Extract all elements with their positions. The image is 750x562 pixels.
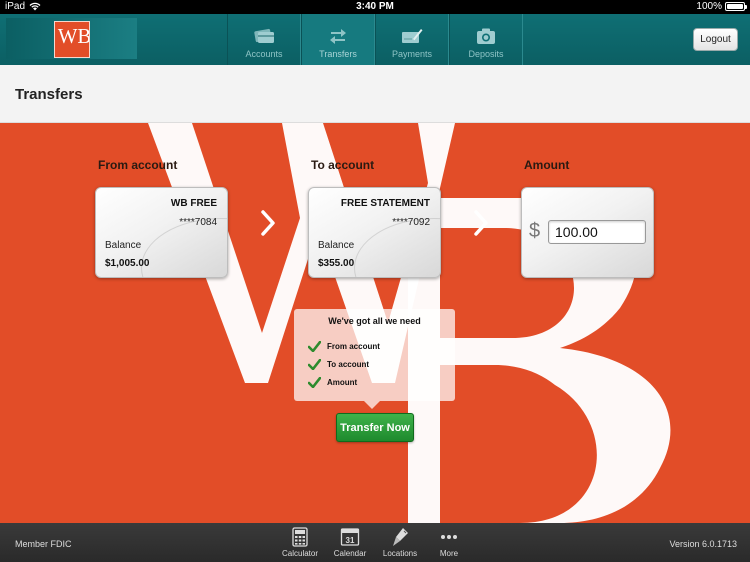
nav-deposits[interactable]: Deposits (449, 14, 523, 65)
more-button[interactable]: More (424, 527, 474, 558)
nav-deposits-label: Deposits (468, 49, 504, 59)
status-bar: iPad 3:40 PM 100% (0, 0, 750, 14)
bank-logo[interactable]: WB (54, 21, 91, 58)
to-balance-label: Balance (318, 240, 355, 251)
checklist-item: To account (308, 359, 369, 370)
checklist-item-label: Amount (327, 378, 358, 387)
amount-card: $ (521, 187, 654, 278)
check-pen-icon (402, 29, 423, 43)
to-balance-value: $355.00 (318, 258, 355, 269)
amount-input[interactable] (548, 220, 646, 244)
nav-payments-label: Payments (391, 49, 433, 59)
nav-accounts[interactable]: Accounts (227, 14, 301, 65)
to-account-card[interactable]: FREE STATEMENT ****7092 Balance $355.00 (308, 187, 441, 278)
from-balance-label: Balance (105, 240, 142, 251)
version-label: Version 6.0.1713 (669, 539, 737, 549)
to-account-number: ****7092 (392, 217, 430, 228)
calendar-button[interactable]: 31 Calendar (325, 527, 375, 558)
nav-transfers[interactable]: Transfers (301, 14, 375, 65)
checklist-item-label: From account (327, 342, 380, 351)
calculator-button[interactable]: Calculator (275, 527, 325, 558)
member-fdic-label: Member FDIC (15, 539, 72, 549)
page-title-bar: Transfers (0, 65, 750, 123)
ready-checklist: We've got all we need From account To ac… (294, 309, 455, 409)
clock: 3:40 PM (356, 1, 394, 12)
currency-symbol: $ (529, 220, 541, 242)
cards-icon (254, 28, 274, 43)
checkmark-icon (308, 377, 321, 388)
chevron-right-icon (474, 210, 488, 236)
checkmark-icon (308, 359, 321, 370)
nav-transfers-label: Transfers (319, 49, 357, 59)
nav-accounts-label: Accounts (245, 49, 283, 59)
amount-label: Amount (524, 158, 570, 172)
transfer-arrows-icon (330, 29, 346, 44)
page-title: Transfers (15, 86, 83, 103)
app-header: WB Accounts Transfers Payments Deposits … (0, 14, 750, 65)
logout-button[interactable]: Logout (693, 28, 738, 51)
battery-percent: 100% (696, 1, 722, 12)
checkmark-icon (308, 341, 321, 352)
locations-button[interactable]: Locations (375, 527, 425, 558)
calculator-label: Calculator (281, 549, 318, 558)
calculator-icon (292, 527, 308, 547)
locations-label: Locations (382, 549, 418, 558)
nav-payments[interactable]: Payments (375, 14, 449, 65)
checklist-title: We've got all we need (328, 316, 421, 326)
from-account-name: WB FREE (170, 198, 217, 209)
to-account-label: To account (311, 158, 375, 172)
checklist-item: From account (308, 341, 380, 352)
transfer-now-button[interactable]: Transfer Now (336, 413, 414, 442)
footer-toolbar: Member FDIC Calculator 31 Calendar Locat… (0, 523, 750, 562)
main-nav: Accounts Transfers Payments Deposits (227, 14, 523, 65)
from-account-card[interactable]: WB FREE ****7084 Balance $1,005.00 (95, 187, 228, 278)
from-balance-value: $1,005.00 (105, 258, 150, 269)
calendar-icon: 31 (340, 528, 360, 546)
camera-icon (477, 28, 495, 44)
checklist-item: Amount (308, 377, 357, 388)
more-dots-icon (441, 535, 457, 539)
from-account-number: ****7084 (179, 217, 217, 228)
svg-text:31: 31 (346, 536, 355, 545)
from-account-label: From account (98, 158, 178, 172)
wb-logo-icon: WB (58, 25, 91, 48)
transfer-panel: From account To account Amount WB FREE *… (0, 123, 750, 523)
to-account-name: FREE STATEMENT (340, 198, 430, 209)
logo-banner: WB (6, 18, 137, 59)
map-pin-icon (393, 528, 408, 546)
chevron-right-icon (261, 210, 275, 236)
calendar-label: Calendar (333, 549, 367, 558)
checklist-item-label: To account (327, 360, 370, 369)
battery-icon (725, 2, 747, 11)
svg-text:WB: WB (58, 25, 89, 48)
more-label: More (439, 549, 459, 558)
